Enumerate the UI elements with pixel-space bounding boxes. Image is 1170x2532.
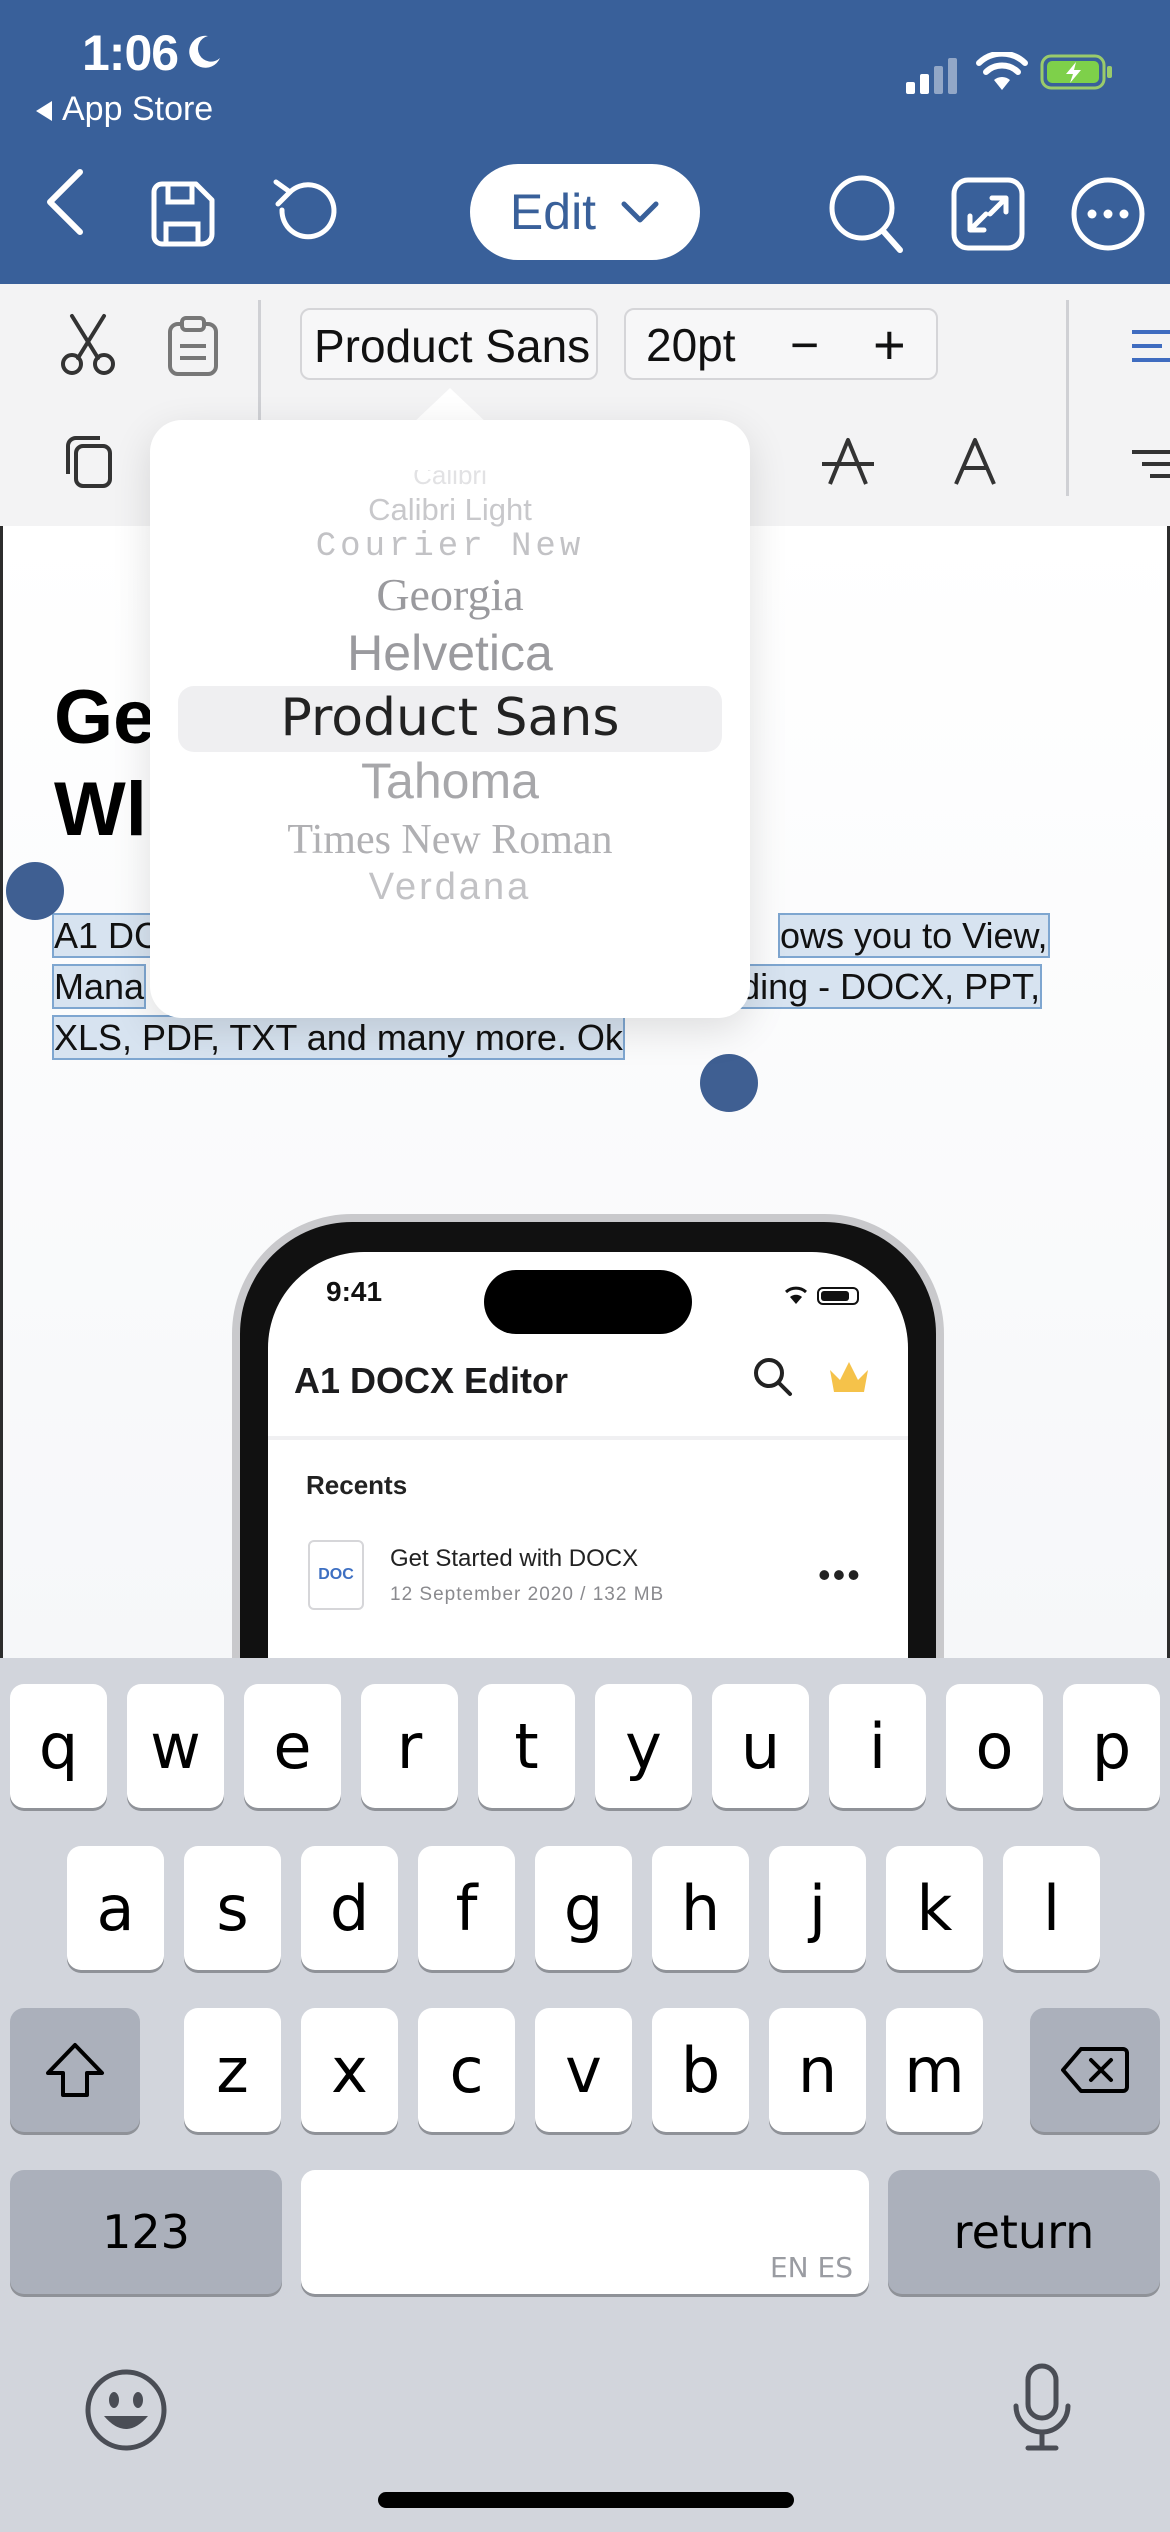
font-option-verdana[interactable]: Verdana (150, 866, 750, 909)
font-option-tahoma[interactable]: Tahoma (150, 752, 750, 810)
key-o[interactable]: o (946, 1684, 1043, 1808)
key-z[interactable]: z (184, 2008, 281, 2132)
edit-mode-dropdown[interactable]: Edit (470, 164, 700, 260)
crown-icon (830, 1362, 868, 1392)
microphone-icon[interactable] (1008, 2362, 1076, 2454)
heading-line-2: Wl (54, 767, 147, 852)
undo-icon[interactable] (266, 176, 342, 252)
paste-icon[interactable] (166, 316, 220, 378)
font-family-field[interactable]: Product Sans (300, 308, 598, 380)
dynamic-island (484, 1270, 692, 1334)
align-left-icon[interactable] (1132, 326, 1170, 366)
selection-line-3: XLS, PDF, TXT and many more. Ok (52, 1015, 625, 1060)
increase-font-size-button[interactable]: + (873, 312, 906, 377)
battery-icon (1040, 54, 1112, 90)
mockup-file-meta: 12 September 2020 / 132 MB (390, 1584, 665, 1605)
mockup-search-icon (754, 1358, 792, 1396)
doc-file-icon: DOC (308, 1540, 364, 1610)
font-option-georgia[interactable]: Georgia (150, 568, 750, 621)
toolbar-divider (258, 300, 261, 430)
font-option-courier-new[interactable]: Courier New (150, 528, 750, 566)
font-color-icon[interactable] (952, 436, 998, 488)
key-j[interactable]: j (769, 1846, 866, 1970)
mockup-file-name: Get Started with DOCX (390, 1545, 639, 1572)
key-r[interactable]: r (361, 1684, 458, 1808)
font-option-calibri[interactable]: Calibri (150, 470, 750, 490)
mockup-status-icons (785, 1286, 859, 1305)
popover-arrow (412, 388, 488, 424)
search-icon[interactable] (826, 170, 906, 254)
key-n[interactable]: n (769, 2008, 866, 2132)
heading-line-1: Ge (54, 675, 156, 760)
space-bar[interactable]: EN ES (301, 2170, 869, 2294)
toolbar-divider-right (1066, 300, 1069, 496)
key-u[interactable]: u (712, 1684, 809, 1808)
selection-line-2b: uding - DOCX, PPT, (718, 964, 1043, 1009)
shift-arrow-icon (46, 2043, 104, 2097)
chevron-down-icon (621, 201, 659, 223)
status-time: 1:06 (82, 25, 179, 81)
fullscreen-icon[interactable] (950, 176, 1026, 252)
key-y[interactable]: y (595, 1684, 692, 1808)
more-options-icon[interactable] (1070, 176, 1146, 252)
key-x[interactable]: x (301, 2008, 398, 2132)
key-b[interactable]: b (652, 2008, 749, 2132)
selection-line-2a: Mana (51, 964, 147, 1009)
font-option-times-new-roman[interactable]: Times New Roman (150, 816, 750, 864)
back-app-label: App Store (62, 90, 214, 128)
key-k[interactable]: k (886, 1846, 983, 1970)
font-option-product-sans[interactable]: Product Sans (150, 688, 750, 748)
mockup-more-icon: ••• (818, 1554, 862, 1595)
strikethrough-icon[interactable] (820, 436, 876, 488)
decrease-font-size-button[interactable]: − (790, 316, 819, 374)
return-key[interactable]: return (888, 2170, 1160, 2294)
key-f[interactable]: f (418, 1846, 515, 1970)
key-w[interactable]: w (127, 1684, 224, 1808)
numbers-key[interactable]: 123 (10, 2170, 282, 2294)
mockup-divider (268, 1436, 908, 1440)
key-t[interactable]: t (478, 1684, 575, 1808)
cut-icon[interactable] (58, 312, 118, 376)
keyboard-language-label: EN ES (769, 2251, 853, 2284)
key-v[interactable]: v (535, 2008, 632, 2132)
mockup-time: 9:41 (326, 1276, 383, 1307)
save-icon[interactable] (144, 176, 220, 252)
font-option-helvetica[interactable]: Helvetica (150, 624, 750, 682)
moon-icon (189, 35, 220, 68)
mockup-app-title: A1 DOCX Editor (294, 1360, 569, 1401)
back-triangle-icon (36, 101, 52, 122)
selection-line-1a: A1 DC (51, 913, 163, 958)
mockup-recents-heading: Recents (306, 1470, 408, 1500)
selection-line-1b: ows you to View, (778, 913, 1050, 958)
key-h[interactable]: h (652, 1846, 749, 1970)
key-d[interactable]: d (301, 1846, 398, 1970)
list-format-icon[interactable] (1132, 448, 1170, 482)
key-m[interactable]: m (886, 2008, 983, 2132)
key-a[interactable]: a (67, 1846, 164, 1970)
edit-mode-label: Edit (509, 184, 597, 240)
key-g[interactable]: g (535, 1846, 632, 1970)
font-size-value[interactable]: 20pt (646, 318, 736, 372)
wifi-icon (976, 52, 1028, 90)
back-icon[interactable] (40, 166, 92, 238)
key-e[interactable]: e (244, 1684, 341, 1808)
selection-start-handle[interactable] (6, 862, 64, 920)
copy-icon[interactable] (62, 434, 114, 490)
key-s[interactable]: s (184, 1846, 281, 1970)
selection-end-handle[interactable] (700, 1054, 758, 1112)
key-p[interactable]: p (1063, 1684, 1160, 1808)
font-option-calibri-light[interactable]: Calibri Light (150, 492, 750, 528)
key-c[interactable]: c (418, 2008, 515, 2132)
home-indicator (378, 2492, 794, 2508)
key-l[interactable]: l (1003, 1846, 1100, 1970)
document-heading: Ge Wl (54, 672, 155, 856)
key-i[interactable]: i (829, 1684, 926, 1808)
delete-key[interactable] (1030, 2008, 1160, 2132)
back-to-app-store[interactable]: App Store (36, 90, 213, 129)
cellular-signal-icon (906, 58, 957, 94)
key-q[interactable]: q (10, 1684, 107, 1808)
emoji-icon[interactable] (84, 2368, 168, 2452)
backspace-icon (1061, 2047, 1129, 2093)
shift-key[interactable] (10, 2008, 140, 2132)
